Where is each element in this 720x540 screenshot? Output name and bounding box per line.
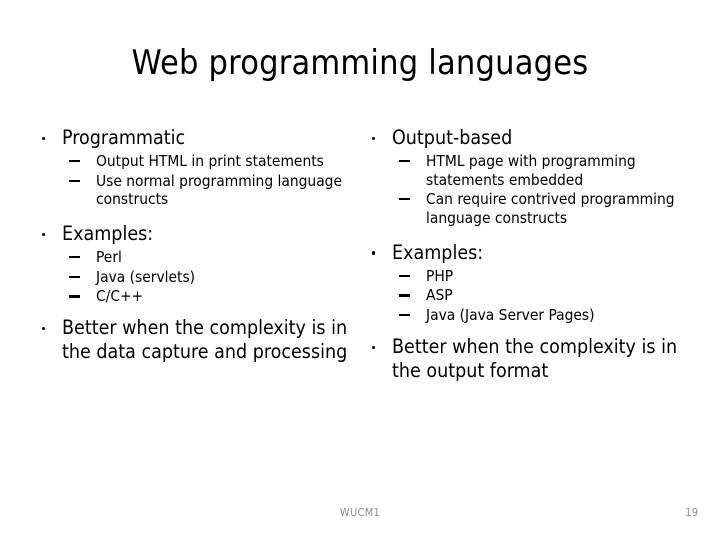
bullet-dot-icon [372,251,376,255]
bullet-dot-icon [42,232,46,237]
sub-bullet-list-right-examples: PHP ASP Java (Java Server Pages) [364,267,698,325]
example-c-cpp: C/C++ [69,287,358,306]
dash-bullet-icon [399,314,410,317]
example-php: PHP [399,267,698,286]
dash-bullet-icon [69,179,80,182]
dash-bullet-icon [399,159,410,162]
bullet-dot-icon [372,345,376,349]
sub-bullet-list-left-1: Output HTML in print statements Use norm… [34,152,358,209]
example-label: C/C++ [96,287,144,306]
bullet-label: Output-based [392,126,513,149]
bullet-list-right: Output-based HTML page with programming … [364,126,698,383]
bullet-programmatic: Programmatic [34,126,358,150]
dash-bullet-icon [69,295,80,298]
slide-number: 19 [685,506,698,519]
bullet-examples-right: Examples: [364,241,698,265]
example-label: PHP [426,266,454,285]
example-java-servlets: Java (servlets) [69,268,358,287]
bullet-label: Examples: [62,222,154,246]
bullet-label: Better when the complexity is in the out… [392,335,678,382]
slide-footer: WUCM1 19 [0,506,720,526]
example-asp: ASP [399,286,698,305]
example-perl: Perl [69,248,358,267]
sub-bullet-label: Output HTML in print statements [96,151,324,170]
bullet-output-based: Output-based [364,126,698,150]
sub-bullet-output-html: Output HTML in print statements [69,152,358,171]
bullet-label: Programmatic [62,126,186,149]
sub-bullet-label: Use normal programming language construc… [96,171,343,209]
example-label: ASP [426,286,453,305]
example-java-server-pages: Java (Java Server Pages) [399,306,698,325]
dash-bullet-icon [69,255,80,258]
bullet-conclusion-right: Better when the complexity is in the out… [364,335,698,383]
dash-bullet-icon [69,159,80,162]
dash-bullet-icon [399,274,410,277]
bullet-label: Better when the complexity is in the dat… [62,316,348,364]
bullet-list-left: Programmatic Output HTML in print statem… [34,126,358,364]
example-label: Java (Java Server Pages) [426,306,595,325]
example-label: Java (servlets) [96,267,196,286]
bullet-dot-icon [372,136,376,140]
dash-bullet-icon [399,198,410,201]
sub-bullet-label: Can require contrived programming langua… [426,190,675,228]
footer-course-label: WUCM1 [339,506,381,519]
bullet-dot-icon [42,136,46,140]
dash-bullet-icon [399,294,410,297]
slide-title: Web programming languages [131,43,589,83]
sub-bullet-contrived-constructs: Can require contrived programming langua… [399,190,698,228]
content-column-left: Programmatic Output HTML in print statem… [34,126,358,366]
bullet-dot-icon [42,326,46,331]
dash-bullet-icon [69,275,80,278]
bullet-examples-left: Examples: [34,222,358,246]
bullet-conclusion-left: Better when the complexity is in the dat… [34,316,358,364]
sub-bullet-html-page-embedded: HTML page with programming statements em… [399,152,698,190]
bullet-label: Examples: [392,240,484,264]
presentation-slide: Web programming languages Programmatic O… [0,0,720,540]
example-label: Perl [96,247,122,266]
sub-bullet-list-left-examples: Perl Java (servlets) C/C++ [34,248,358,306]
sub-bullet-label: HTML page with programming statements em… [426,151,636,189]
sub-bullet-list-right-1: HTML page with programming statements em… [364,152,698,228]
sub-bullet-use-normal-language: Use normal programming language construc… [69,172,358,210]
content-column-right: Output-based HTML page with programming … [364,126,698,385]
